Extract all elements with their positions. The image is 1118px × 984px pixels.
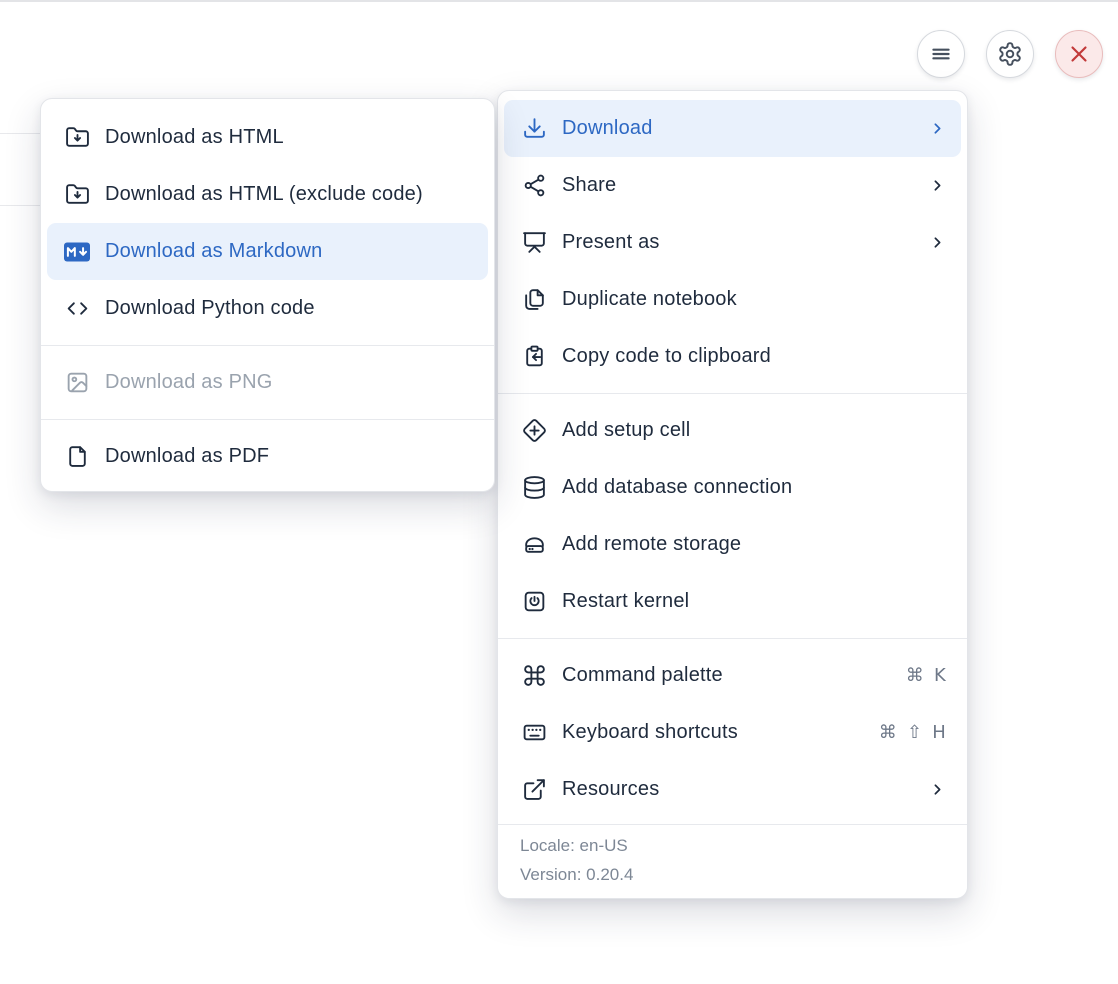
menu-item-download-as-html[interactable]: Download as HTML <box>47 109 488 166</box>
external-link-icon <box>521 777 547 803</box>
menu-item-download-as-markdown[interactable]: Download as Markdown <box>47 223 488 280</box>
code-brackets-icon <box>64 296 90 322</box>
menu-item-label: Resources <box>562 778 914 801</box>
menu-item-label: Add database connection <box>562 476 946 499</box>
menu-item-label: Download as HTML <box>105 126 473 149</box>
menu-item-download[interactable]: Download <box>504 100 961 157</box>
menu-item-label: Present as <box>562 231 914 254</box>
menu-separator <box>498 393 967 394</box>
menu-item-label: Restart kernel <box>562 590 946 613</box>
image-icon <box>64 370 90 396</box>
menu-item-download-python-code[interactable]: Download Python code <box>47 280 488 337</box>
cell-border-line <box>0 205 41 206</box>
notebook-actions-button[interactable] <box>917 30 965 78</box>
menu-item-keyboard-shortcuts[interactable]: Keyboard shortcuts ⌘⇧H <box>504 704 961 761</box>
menu-item-duplicate-notebook[interactable]: Duplicate notebook <box>504 271 961 328</box>
app-background: { "colors": { "accent_blue": "#2d68c3", … <box>0 0 1118 984</box>
locale-text: Locale: en-US <box>520 836 945 856</box>
menu-item-label: Duplicate notebook <box>562 288 946 311</box>
menu-item-label: Download as PDF <box>105 445 473 468</box>
menu-item-label: Download as HTML (exclude code) <box>105 183 473 206</box>
power-square-icon <box>521 589 547 615</box>
menu-item-label: Download as Markdown <box>105 240 473 263</box>
menu-item-add-remote-storage[interactable]: Add remote storage <box>504 516 961 573</box>
menu-item-download-as-png: Download as PNG <box>47 354 488 411</box>
menu-footer: Locale: en-US Version: 0.20.4 <box>498 824 967 898</box>
copy-pages-icon <box>521 287 547 313</box>
shortcut-hint: ⌘⇧H <box>879 722 946 743</box>
menu-item-download-as-html-exclude-code[interactable]: Download as HTML (exclude code) <box>47 166 488 223</box>
menu-item-add-database-connection[interactable]: Add database connection <box>504 459 961 516</box>
command-icon <box>521 663 547 689</box>
shortcut-hint: ⌘K <box>906 665 946 686</box>
chevron-right-icon <box>929 234 946 251</box>
clipboard-arrow-icon <box>521 344 547 370</box>
menu-item-label: Keyboard shortcuts <box>562 721 864 744</box>
chevron-right-icon <box>929 177 946 194</box>
presentation-icon <box>521 230 547 256</box>
menu-groups: Download Share Present as Duplicate noteboo… <box>498 91 967 818</box>
folder-down-icon <box>64 125 90 151</box>
settings-button[interactable] <box>986 30 1034 78</box>
cell-border-line <box>0 133 41 134</box>
menu-separator <box>41 345 494 346</box>
close-icon <box>1066 41 1092 67</box>
storage-box-icon <box>521 532 547 558</box>
menu-item-download-as-pdf[interactable]: Download as PDF <box>47 428 488 485</box>
share-icon <box>521 173 547 199</box>
version-text: Version: 0.20.4 <box>520 865 945 885</box>
menu-item-label: Download Python code <box>105 297 473 320</box>
keyboard-icon <box>521 720 547 746</box>
gear-icon <box>997 41 1023 67</box>
menu-item-label: Download <box>562 117 914 140</box>
menu-item-add-setup-cell[interactable]: Add setup cell <box>504 402 961 459</box>
menu-separator <box>41 419 494 420</box>
folder-down-icon <box>64 182 90 208</box>
menu-item-copy-code-to-clipboard[interactable]: Copy code to clipboard <box>504 328 961 385</box>
file-blank-icon <box>64 444 90 470</box>
database-icon <box>521 475 547 501</box>
menu-separator <box>498 638 967 639</box>
shutdown-button[interactable] <box>1055 30 1103 78</box>
chevron-right-icon <box>929 781 946 798</box>
download-icon <box>521 116 547 142</box>
chevron-right-icon <box>929 120 946 137</box>
menu-item-label: Download as PNG <box>105 371 473 394</box>
markdown-badge-icon <box>64 239 90 265</box>
menu-item-restart-kernel[interactable]: Restart kernel <box>504 573 961 630</box>
menu-item-label: Add remote storage <box>562 533 946 556</box>
menu-item-label: Command palette <box>562 664 891 687</box>
menu-item-resources[interactable]: Resources <box>504 761 961 818</box>
menu-item-share[interactable]: Share <box>504 157 961 214</box>
notebook-toolbar <box>917 30 1103 78</box>
menu-item-command-palette[interactable]: Command palette ⌘K <box>504 647 961 704</box>
notebook-actions-menu: Download Share Present as Duplicate noteboo… <box>497 90 968 899</box>
menu-item-label: Copy code to clipboard <box>562 345 946 368</box>
download-submenu: Download as HTML Download as HTML (exclud… <box>40 98 495 492</box>
menu-item-label: Add setup cell <box>562 419 946 442</box>
hamburger-icon <box>928 41 954 67</box>
diamond-plus-icon <box>521 418 547 444</box>
menu-item-label: Share <box>562 174 914 197</box>
menu-item-present-as[interactable]: Present as <box>504 214 961 271</box>
